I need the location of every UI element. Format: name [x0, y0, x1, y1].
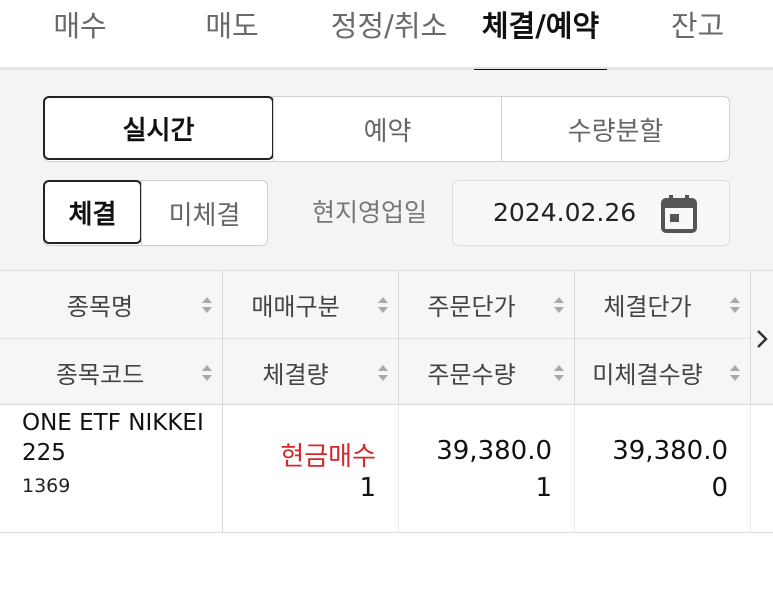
business-day-date-picker[interactable]: 2024.02.26 — [452, 180, 730, 246]
header-unfilled-qty[interactable]: 미체결수량 — [575, 339, 750, 406]
business-day-date: 2024.02.26 — [493, 198, 637, 227]
sort-icon — [720, 294, 750, 316]
table-row[interactable]: ONE ETF NIKKEI 225 1369 현금매수 1 39,380.0 … — [0, 405, 773, 533]
chevron-right-icon[interactable] — [751, 311, 773, 366]
header-order-qty[interactable]: 주문수량 — [399, 339, 574, 406]
segment-filled[interactable]: 체결 — [43, 180, 142, 244]
sort-icon — [544, 294, 574, 316]
header-filled-qty[interactable]: 체결량 — [223, 339, 398, 406]
segment-realtime[interactable]: 실시간 — [43, 96, 274, 160]
trade-type: 현금매수 — [280, 442, 376, 472]
sort-icon — [720, 362, 750, 384]
cell-fill: 39,380.0 0 — [575, 405, 750, 533]
stock-name: ONE ETF NIKKEI 225 — [22, 410, 204, 466]
filled-qty: 1 — [359, 473, 376, 503]
calendar-icon[interactable] — [659, 193, 699, 235]
order-tab-bar: 매수 매도 정정/취소 체결/예약 잔고 — [0, 0, 773, 73]
header-stock-code[interactable]: 종목코드 — [0, 339, 222, 406]
filter-panel: 실시간 예약 수량분할 체결 미체결 현지영업일 2024.02.26 — [0, 70, 773, 270]
sort-icon — [192, 294, 222, 316]
unfilled-qty: 0 — [711, 473, 728, 503]
header-trade-type[interactable]: 매매구분 — [223, 271, 398, 338]
segment-quantity-split[interactable]: 수량분할 — [501, 97, 729, 161]
tab-sell[interactable]: 매도 — [182, 0, 282, 70]
business-day-label: 현지영업일 — [312, 198, 428, 227]
tab-balance[interactable]: 잔고 — [650, 0, 745, 70]
column-divider — [750, 405, 751, 533]
table-header: 종목명 매매구분 주문단가 체결단가 종목코드 체결량 주문수량 미체결수량 — [0, 270, 773, 406]
tab-buy[interactable]: 매수 — [30, 0, 130, 70]
cell-trade-type: 현금매수 1 — [223, 405, 398, 533]
tab-executions-reservations[interactable]: 체결/예약 — [474, 0, 607, 73]
header-order-price[interactable]: 주문단가 — [399, 271, 574, 338]
fill-status-segment: 체결 미체결 — [43, 180, 268, 246]
sort-icon — [544, 362, 574, 384]
sort-icon — [368, 362, 398, 384]
order-price: 39,380.0 — [436, 436, 552, 466]
order-mode-segment: 실시간 예약 수량분할 — [43, 96, 730, 162]
segment-unfilled[interactable]: 미체결 — [141, 181, 267, 245]
header-stock-name[interactable]: 종목명 — [0, 271, 222, 338]
segment-reservation[interactable]: 예약 — [273, 97, 501, 161]
stock-code: 1369 — [22, 475, 71, 497]
sort-icon — [192, 362, 222, 384]
cell-stock: ONE ETF NIKKEI 225 1369 — [0, 405, 222, 533]
header-fill-price[interactable]: 체결단가 — [575, 271, 750, 338]
tab-modify-cancel[interactable]: 정정/취소 — [314, 0, 464, 70]
sort-icon — [368, 294, 398, 316]
order-qty: 1 — [535, 473, 552, 503]
fill-price: 39,380.0 — [612, 436, 728, 466]
cell-order: 39,380.0 1 — [399, 405, 574, 533]
